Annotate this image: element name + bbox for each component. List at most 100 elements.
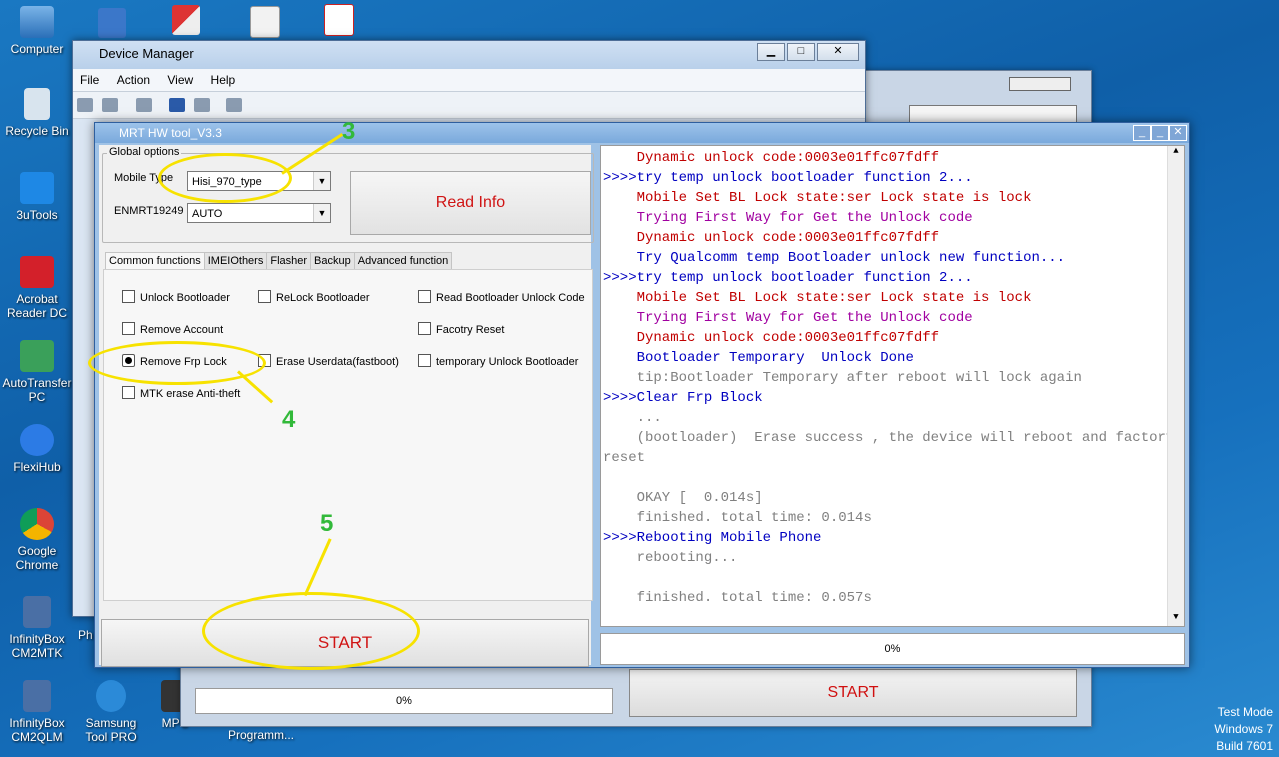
option-label: ReLock Bootloader (276, 292, 370, 304)
desktop-icon-label: Samsung Tool PRO (85, 716, 137, 744)
forward-arrow-icon[interactable] (102, 98, 119, 112)
autotransfer-icon (20, 340, 54, 372)
properties-icon[interactable] (135, 98, 152, 112)
menu-action[interactable]: Action (110, 69, 157, 91)
windows-watermark: Test Mode Windows 7 Build 7601 (1214, 704, 1273, 755)
mrt-window-title: MRT HW tool_V3.3 (119, 126, 222, 140)
log-line: reset (603, 450, 646, 466)
option-factory-reset[interactable]: Facotry Reset (418, 322, 504, 337)
desktop-icon-acrobat[interactable]: Acrobat Reader DC (0, 256, 74, 320)
desktop-icon-computer[interactable]: Computer (0, 6, 74, 56)
desktop-icon-chrome[interactable]: Google Chrome (0, 508, 74, 572)
log-output[interactable]: Dynamic unlock code:0003e01ffc07fdff >>>>… (600, 145, 1185, 627)
desktop-icon-label: Google Chrome (15, 544, 59, 572)
highlight-start (202, 592, 420, 670)
device-manager-titlebar[interactable]: Device Manager (73, 41, 865, 69)
log-line: >>>>Clear Frp Block (603, 390, 763, 406)
minimize-icon[interactable]: ▁ (757, 43, 785, 61)
close-icon[interactable]: ✕ (1169, 125, 1187, 141)
log-line: tip:Bootloader Temporary after reboot wi… (603, 370, 1082, 386)
maximize-icon[interactable]: □ (787, 43, 815, 61)
log-line: Dynamic unlock code:0003e01ffc07fdff (603, 230, 940, 246)
desktop-icon-3utools[interactable]: 3uTools (0, 172, 74, 222)
checkbox[interactable] (418, 354, 431, 367)
log-line: finished. total time: 0.014s (603, 510, 872, 526)
pdf-file-icon[interactable] (324, 4, 354, 36)
scan-hardware-icon[interactable] (225, 98, 242, 112)
watermark-line: Build 7601 (1216, 739, 1273, 753)
checkbox[interactable] (122, 290, 135, 303)
log-line: rebooting... (603, 550, 738, 566)
checkbox[interactable] (418, 290, 431, 303)
view-icon[interactable] (194, 98, 211, 112)
checkbox[interactable] (258, 290, 271, 303)
option-label: Erase Userdata(fastboot) (276, 356, 399, 368)
help-icon[interactable] (169, 98, 186, 112)
desktop-icon-samsung-tool[interactable]: Samsung Tool PRO (74, 680, 148, 744)
log-scrollbar[interactable]: ▲ ▼ (1167, 146, 1184, 626)
annotation-number-4: 4 (282, 406, 296, 433)
read-info-button[interactable]: Read Info (350, 171, 591, 235)
recycle-bin-icon (24, 88, 50, 120)
checkbox[interactable] (122, 386, 135, 399)
mrt-tool-window: MRT HW tool_V3.3 _ _ ✕ Global options Mo… (94, 122, 1190, 668)
option-temporary-unlock-bootloader[interactable]: temporary Unlock Bootloader (418, 354, 578, 369)
desktop-icon-flexihub[interactable]: FlexiHub (0, 424, 74, 474)
desktop-icon-autotransfer[interactable]: AutoTransfer PC (0, 340, 74, 404)
port-select[interactable]: AUTO ▼ (187, 203, 331, 223)
scroll-up-icon[interactable]: ▲ (1168, 146, 1184, 160)
samsung-tool-icon (96, 680, 126, 712)
log-line: Try Qualcomm temp Bootloader unlock new … (603, 250, 1066, 266)
log-line: OKAY [ 0.014s] (603, 490, 763, 506)
option-label: Read Bootloader Unlock Code (436, 292, 585, 304)
minimize-icon[interactable]: _ (1133, 125, 1151, 141)
desktop-icon-cm2mtk[interactable]: InfinityBox CM2MTK (0, 596, 74, 660)
dropdown-arrow-icon[interactable]: ▼ (313, 172, 330, 190)
3utools-icon (20, 172, 54, 204)
dropdown-arrow-icon[interactable]: ▼ (313, 204, 330, 222)
tab-flasher[interactable]: Flasher (266, 252, 312, 269)
log-line: Mobile Set BL Lock state:ser Lock state … (603, 290, 1032, 306)
tab-imei-others[interactable]: IMEIOthers (203, 252, 268, 269)
scroll-down-icon[interactable]: ▼ (1168, 612, 1184, 626)
document-icon[interactable] (250, 6, 280, 38)
option-label: Unlock Bootloader (140, 292, 230, 304)
log-line: ... (603, 410, 662, 426)
option-unlock-bootloader[interactable]: Unlock Bootloader (122, 290, 230, 305)
menu-view[interactable]: View (160, 69, 200, 91)
tab-common-functions[interactable]: Common functions (105, 252, 205, 269)
log-line: Mobile Set BL Lock state:ser Lock state … (603, 190, 1032, 206)
port-value: AUTO (192, 208, 223, 220)
log-line: >>>>try temp unlock bootloader function … (603, 270, 973, 286)
mrt-titlebar[interactable]: MRT HW tool_V3.3 (95, 123, 1189, 143)
close-icon[interactable]: ✕ (817, 43, 859, 61)
desktop-icon-label: Acrobat Reader DC (6, 292, 68, 320)
option-remove-account[interactable]: Remove Account (122, 322, 223, 337)
checkbox[interactable] (418, 322, 431, 335)
log-line: (bootloader) Erase success , the device … (603, 430, 1175, 446)
window-title: Device Manager (99, 46, 194, 61)
menu-help[interactable]: Help (204, 69, 243, 91)
desktop-icon-cm2qlm[interactable]: InfinityBox CM2QLM (0, 680, 74, 744)
infinitybox-icon (23, 596, 51, 628)
back-arrow-icon[interactable] (77, 98, 93, 112)
tab-backup[interactable]: Backup (310, 252, 355, 269)
option-mtk-erase-anti-theft[interactable]: MTK erase Anti-theft (122, 386, 240, 401)
shield-shortcut-icon[interactable] (98, 8, 126, 38)
checkbox[interactable] (122, 322, 135, 335)
option-erase-userdata[interactable]: Erase Userdata(fastboot) (258, 354, 399, 369)
shield-red-icon[interactable] (172, 5, 200, 35)
desktop-icon-label: FlexiHub (13, 460, 61, 474)
function-tabs: Common functions IMEIOthers Flasher Backup A… (105, 252, 453, 269)
acrobat-icon (20, 256, 54, 288)
flexihub-icon (20, 424, 54, 456)
desktop-icon-recycle-bin[interactable]: Recycle Bin (0, 88, 74, 138)
background-start-button[interactable]: START (629, 669, 1077, 717)
restore-icon[interactable]: _ (1151, 125, 1169, 141)
option-read-bootloader-unlock-code[interactable]: Read Bootloader Unlock Code (418, 290, 585, 305)
menu-file[interactable]: File (73, 69, 106, 91)
tab-advanced-function[interactable]: Advanced function (353, 252, 453, 269)
desktop-icon-label-partial: Ph (78, 628, 93, 642)
option-relock-bootloader[interactable]: ReLock Bootloader (258, 290, 370, 305)
